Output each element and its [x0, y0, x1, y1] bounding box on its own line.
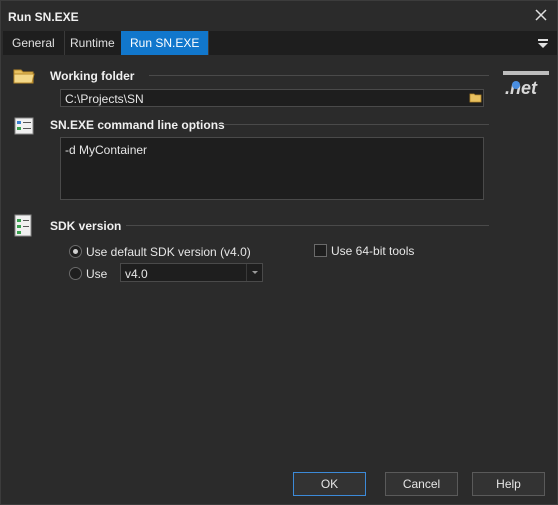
- tab-general[interactable]: General: [3, 31, 65, 55]
- close-icon[interactable]: [533, 7, 549, 23]
- tab-label: Runtime: [70, 36, 115, 50]
- sdk-version-select[interactable]: v4.0: [120, 263, 263, 282]
- default-sdk-radio[interactable]: [69, 245, 82, 258]
- command-options-title: SN.EXE command line options: [50, 118, 225, 132]
- use-64bit-checkbox[interactable]: [314, 244, 327, 257]
- tab-menu-icon[interactable]: [537, 37, 549, 49]
- app-logo-icon: .net: [503, 69, 549, 100]
- tab-content: .net Working folder C:\Projects\SN SN.EX…: [1, 55, 557, 455]
- title-bar: Run SN.EXE: [1, 1, 557, 31]
- use-64bit-label[interactable]: Use 64-bit tools: [331, 244, 414, 258]
- sdk-version-title: SDK version: [50, 219, 122, 233]
- command-options-textarea[interactable]: -d MyContainer: [60, 137, 484, 200]
- specific-sdk-radio[interactable]: [69, 267, 82, 280]
- section-divider: [219, 124, 489, 125]
- help-button[interactable]: Help: [472, 472, 545, 496]
- checklist-icon: [14, 214, 34, 241]
- tab-run-sn-exe[interactable]: Run SN.EXE: [121, 31, 210, 55]
- ok-button[interactable]: OK: [293, 472, 366, 496]
- tab-label: General: [12, 36, 55, 50]
- dialog-window: Run SN.EXE General Runtime Run SN.EXE .n…: [0, 0, 558, 505]
- section-divider: [126, 225, 489, 226]
- sdk-version-value: v4.0: [125, 267, 148, 281]
- svg-text:.net: .net: [505, 78, 538, 97]
- tab-label: Run SN.EXE: [130, 36, 200, 50]
- options-list-icon: [14, 117, 34, 138]
- working-folder-title: Working folder: [50, 69, 135, 83]
- browse-folder-icon[interactable]: [468, 90, 484, 106]
- specific-sdk-label[interactable]: Use: [86, 267, 107, 281]
- working-folder-input[interactable]: C:\Projects\SN: [60, 89, 484, 107]
- tab-bar: General Runtime Run SN.EXE: [3, 31, 557, 55]
- window-title: Run SN.EXE: [8, 10, 79, 24]
- default-sdk-label[interactable]: Use default SDK version (v4.0): [86, 245, 251, 259]
- section-divider: [149, 75, 489, 76]
- tab-runtime[interactable]: Runtime: [61, 31, 125, 55]
- cancel-button[interactable]: Cancel: [385, 472, 458, 496]
- chevron-down-icon: [246, 264, 262, 281]
- folder-icon: [13, 67, 35, 88]
